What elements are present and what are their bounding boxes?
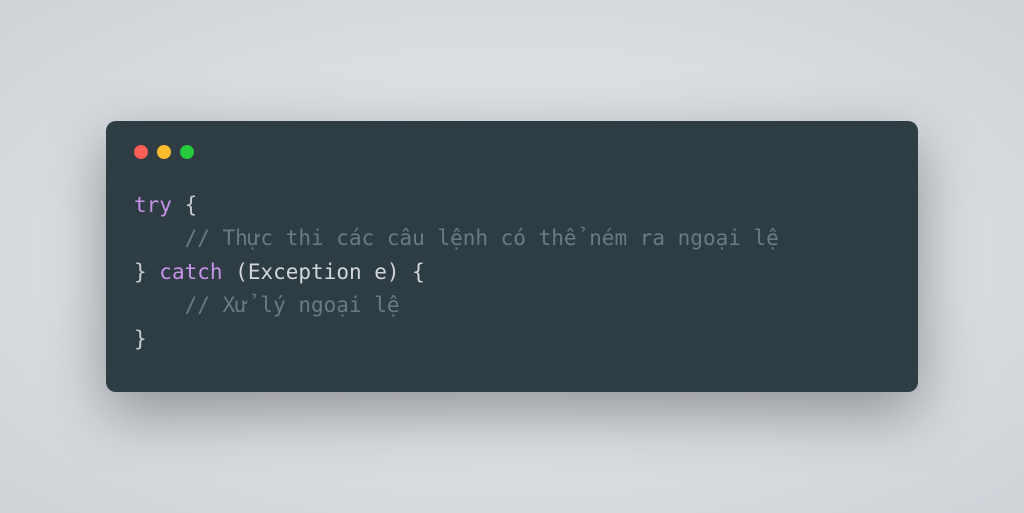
code-line-3: } catch (Exception e) { [134, 256, 890, 290]
comment-1: // Thực thi các câu lệnh có thể ném ra n… [185, 226, 779, 250]
window-controls [134, 145, 890, 159]
close-icon[interactable] [134, 145, 148, 159]
code-window: try { // Thực thi các câu lệnh có thể né… [106, 121, 918, 393]
maximize-icon[interactable] [180, 145, 194, 159]
paren-close: ) { [387, 260, 425, 284]
comment-2: // Xử lý ngoại lệ [185, 293, 400, 317]
brace-close: } [134, 260, 159, 284]
keyword-try: try [134, 193, 172, 217]
brace-close-final: } [134, 327, 147, 351]
code-line-1: try { [134, 189, 890, 223]
indent [134, 226, 185, 250]
exception-type: Exception e [248, 260, 387, 284]
indent [134, 293, 185, 317]
code-line-2: // Thực thi các câu lệnh có thể ném ra n… [134, 222, 890, 256]
keyword-catch: catch [159, 260, 222, 284]
paren-open: ( [223, 260, 248, 284]
code-line-4: // Xử lý ngoại lệ [134, 289, 890, 323]
code-line-5: } [134, 323, 890, 357]
code-block: try { // Thực thi các câu lệnh có thể né… [134, 189, 890, 357]
brace-open: { [172, 193, 197, 217]
minimize-icon[interactable] [157, 145, 171, 159]
